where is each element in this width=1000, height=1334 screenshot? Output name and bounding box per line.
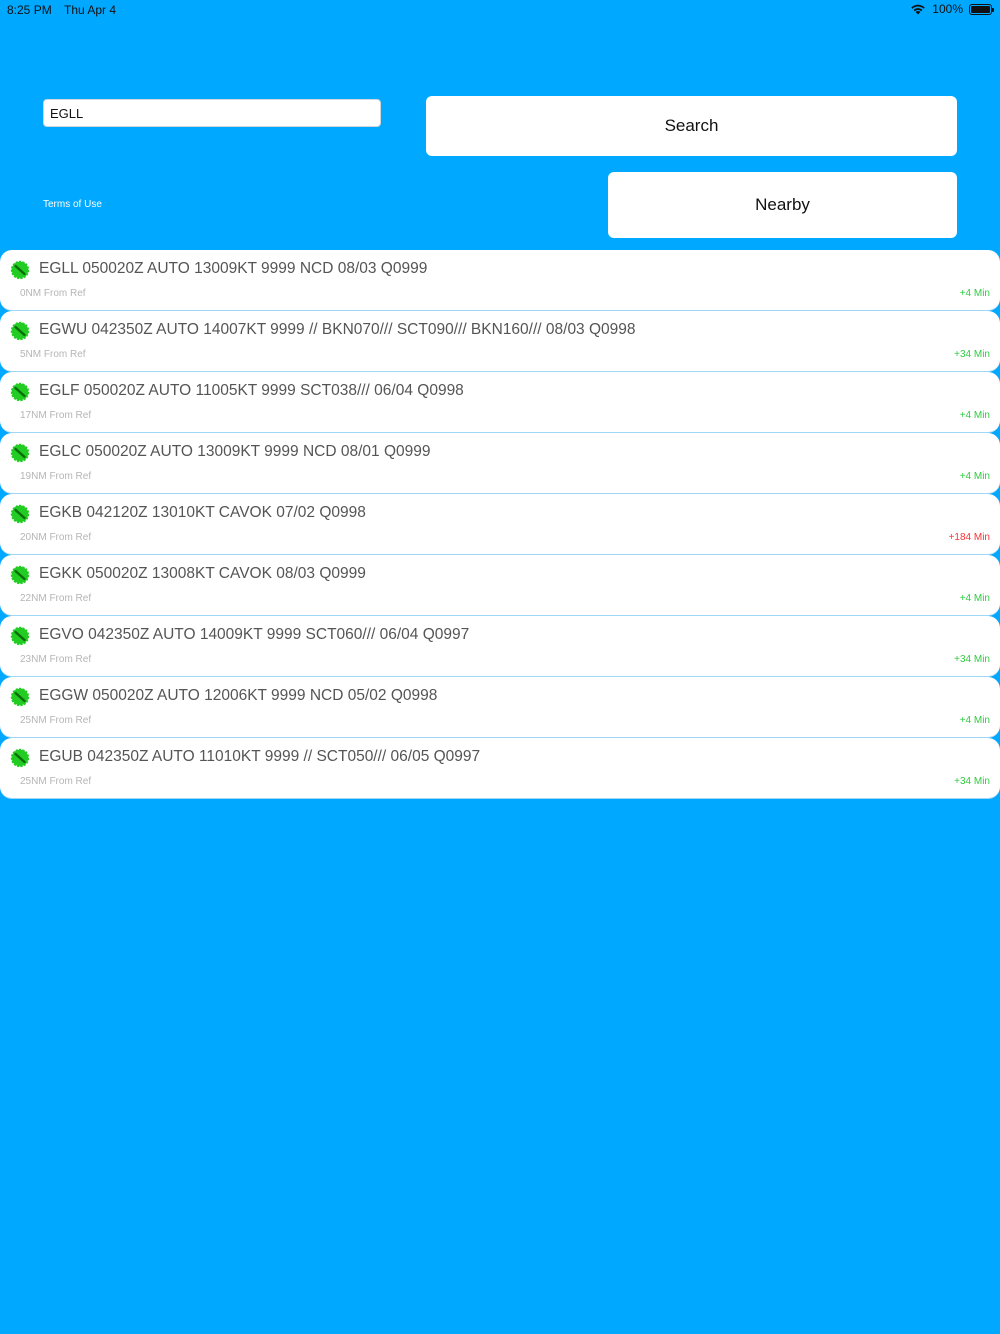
search-input[interactable] xyxy=(43,99,381,127)
station-row[interactable]: EGUB 042350Z AUTO 11010KT 9999 // SCT050… xyxy=(0,738,1000,799)
distance-label: 25NM From Ref xyxy=(20,776,92,787)
metar-text: EGLC 050020Z AUTO 13009KT 9999 NCD 08/01… xyxy=(39,443,431,460)
metar-text: EGVO 042350Z AUTO 14009KT 9999 SCT060///… xyxy=(39,626,470,643)
distance-label: 20NM From Ref xyxy=(20,532,92,543)
age-label: +34 Min xyxy=(954,776,990,787)
status-ok-icon xyxy=(10,687,30,707)
age-label: +34 Min xyxy=(954,349,990,360)
metar-text: EGKB 042120Z 13010KT CAVOK 07/02 Q0998 xyxy=(39,504,366,521)
status-date: Thu Apr 4 xyxy=(64,3,117,17)
status-ok-icon xyxy=(10,626,30,646)
age-label: +4 Min xyxy=(959,471,990,482)
station-row[interactable]: EGVO 042350Z AUTO 14009KT 9999 SCT060///… xyxy=(0,616,1000,677)
station-row[interactable]: EGKB 042120Z 13010KT CAVOK 07/02 Q0998 20… xyxy=(0,494,1000,555)
status-ok-icon xyxy=(10,321,30,341)
metar-text: EGUB 042350Z AUTO 11010KT 9999 // SCT050… xyxy=(39,748,481,765)
metar-text: EGKK 050020Z 13008KT CAVOK 08/03 Q0999 xyxy=(39,565,366,582)
station-row[interactable]: EGLL 050020Z AUTO 13009KT 9999 NCD 08/03… xyxy=(0,250,1000,311)
status-ok-icon xyxy=(10,260,30,280)
age-label: +4 Min xyxy=(959,410,990,421)
metar-text: EGWU 042350Z AUTO 14007KT 9999 // BKN070… xyxy=(39,321,636,338)
status-ok-icon xyxy=(10,504,30,524)
age-label: +34 Min xyxy=(954,654,990,665)
nearby-button[interactable]: Nearby xyxy=(608,172,957,238)
metar-text: EGLL 050020Z AUTO 13009KT 9999 NCD 08/03… xyxy=(39,260,428,277)
age-label: +184 Min xyxy=(948,532,990,543)
wifi-icon xyxy=(911,4,926,15)
station-row[interactable]: EGWU 042350Z AUTO 14007KT 9999 // BKN070… xyxy=(0,311,1000,372)
status-indicators: 100% xyxy=(910,2,994,16)
distance-label: 23NM From Ref xyxy=(20,654,92,665)
status-time: 8:25 PM xyxy=(7,3,52,17)
battery-percentage: 100% xyxy=(932,2,963,16)
distance-label: 0NM From Ref xyxy=(20,288,86,299)
distance-label: 5NM From Ref xyxy=(20,349,86,360)
station-row[interactable]: EGKK 050020Z 13008KT CAVOK 08/03 Q0999 22… xyxy=(0,555,1000,616)
metar-text: EGGW 050020Z AUTO 12006KT 9999 NCD 05/02… xyxy=(39,687,438,704)
distance-label: 25NM From Ref xyxy=(20,715,92,726)
station-row[interactable]: EGGW 050020Z AUTO 12006KT 9999 NCD 05/02… xyxy=(0,677,1000,738)
station-list: EGLL 050020Z AUTO 13009KT 9999 NCD 08/03… xyxy=(0,250,1000,799)
distance-label: 19NM From Ref xyxy=(20,471,92,482)
battery-icon xyxy=(969,3,994,15)
station-row[interactable]: EGLC 050020Z AUTO 13009KT 9999 NCD 08/01… xyxy=(0,433,1000,494)
distance-label: 17NM From Ref xyxy=(20,410,92,421)
status-ok-icon xyxy=(10,565,30,585)
age-label: +4 Min xyxy=(959,593,990,604)
status-ok-icon xyxy=(10,382,30,402)
terms-of-use-link[interactable]: Terms of Use xyxy=(43,199,102,210)
status-ok-icon xyxy=(10,443,30,463)
status-bar: 8:25 PM Thu Apr 4 100% xyxy=(0,0,1000,20)
metar-text: EGLF 050020Z AUTO 11005KT 9999 SCT038///… xyxy=(39,382,464,399)
status-ok-icon xyxy=(10,748,30,768)
distance-label: 22NM From Ref xyxy=(20,593,92,604)
age-label: +4 Min xyxy=(959,288,990,299)
search-button[interactable]: Search xyxy=(426,96,957,156)
station-row[interactable]: EGLF 050020Z AUTO 11005KT 9999 SCT038///… xyxy=(0,372,1000,433)
age-label: +4 Min xyxy=(959,715,990,726)
